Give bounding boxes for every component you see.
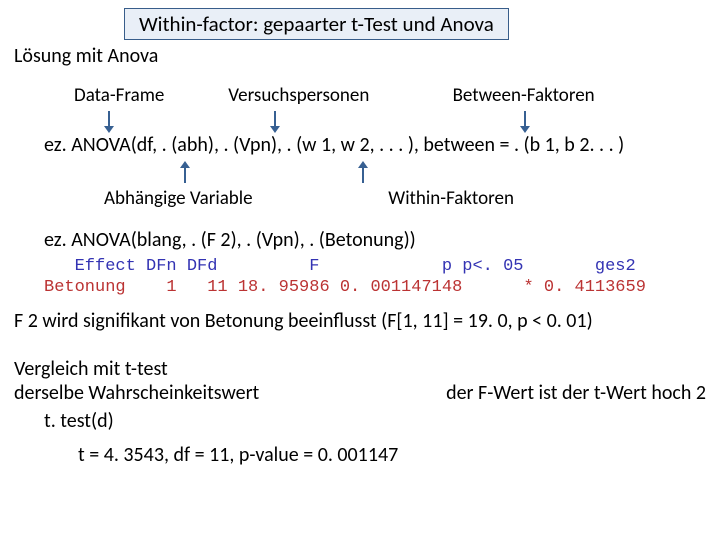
label-versuchspersonen: Versuchspersonen [228, 84, 448, 107]
code-line-1: ez. ANOVA(df, . (abh), . (Vpn), . (w 1, … [44, 133, 706, 157]
arrows-down [14, 111, 706, 133]
label-between: Between-Faktoren [453, 84, 595, 107]
ttest-result: t = 4. 3543, df = 11, p-value = 0. 00114… [78, 443, 706, 467]
label-dataframe: Data-Frame [74, 84, 224, 107]
arrow-up-icon [184, 167, 186, 183]
ttest-call: t. test(d) [44, 409, 706, 433]
comparison-block: Vergleich mit t-test derselbe Wahrschein… [14, 357, 706, 405]
top-labels: Data-Frame Versuchspersonen Between-Fakt… [74, 84, 706, 107]
subtitle: Lösung mit Anova [14, 44, 706, 68]
label-abhvar: Abhängige Variable [104, 187, 354, 210]
label-within: Within-Faktoren [388, 187, 514, 210]
title-text: Within-factor: gepaarter t-Test und Anov… [139, 11, 494, 37]
arrow-down-icon [274, 111, 276, 127]
code-line-2: ez. ANOVA(blang, . (F 2), . (Vpn), . (Be… [44, 228, 706, 252]
conclusion: F 2 wird signifikant von Betonung beeinf… [14, 309, 706, 333]
anova-row: Betonung 1 11 18. 95986 0. 001147148 * 0… [44, 278, 646, 297]
compare-line2b: der F-Wert ist der t-Wert hoch 2 [446, 381, 706, 405]
arrow-down-icon [108, 111, 110, 127]
arrows-up [14, 161, 706, 183]
anova-output: Effect DFn DFd F p p<. 05 ges2 Betonung … [44, 256, 706, 299]
compare-line1: Vergleich mit t-test [14, 357, 706, 381]
title-box: Within-factor: gepaarter t-Test und Anov… [124, 8, 509, 40]
bottom-labels: Abhängige Variable Within-Faktoren [74, 187, 706, 210]
compare-line2a: derselbe Wahrscheinkeitswert [14, 381, 259, 405]
anova-header: Effect DFn DFd F p p<. 05 ges2 [44, 257, 636, 276]
arrow-up-icon [362, 167, 364, 183]
arrow-down-icon [524, 111, 526, 127]
